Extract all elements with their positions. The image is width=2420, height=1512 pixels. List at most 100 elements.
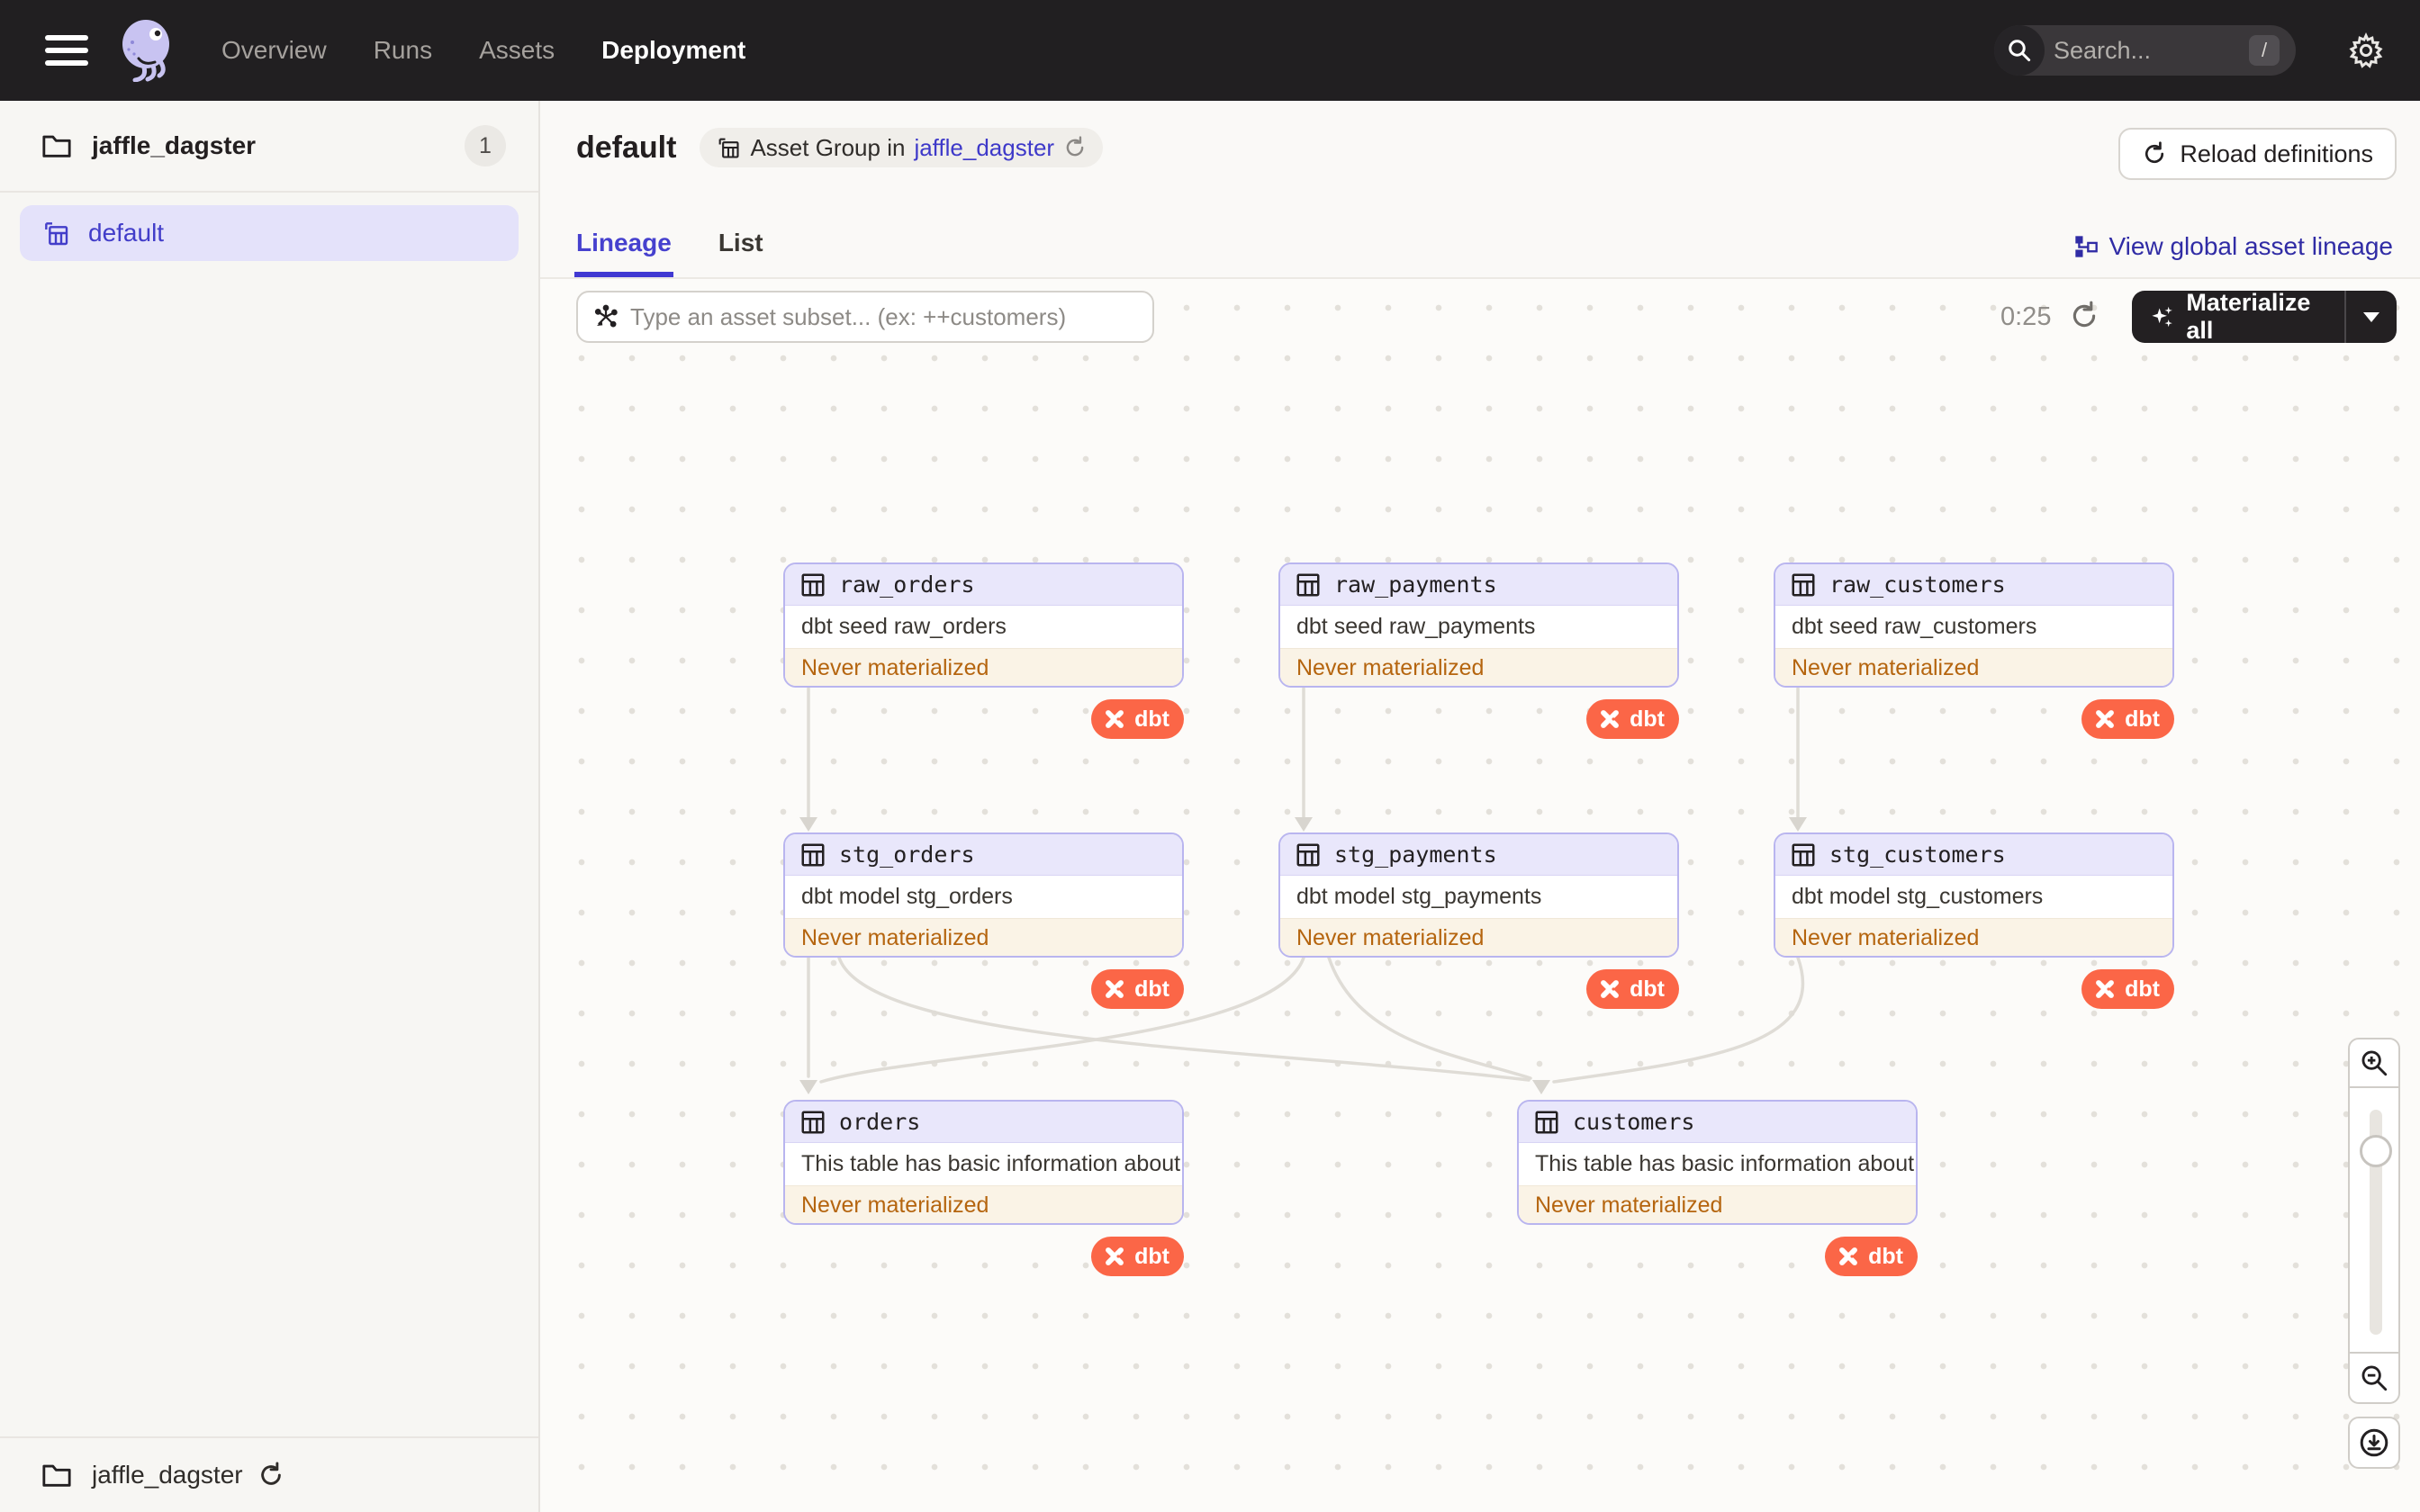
search-icon	[1994, 25, 2045, 76]
nav-runs[interactable]: Runs	[374, 36, 432, 65]
asset-subset-input[interactable]	[630, 302, 1116, 331]
asset-name: stg_payments	[1334, 842, 1497, 868]
page-header: default Asset Group in jaffle_dagster Re…	[540, 101, 2420, 279]
asset-card[interactable]: raw_orders dbt seed raw_orders Never mat…	[783, 562, 1184, 688]
sidebar-footer: jaffle_dagster	[0, 1436, 538, 1512]
settings-gear-icon[interactable]	[2346, 31, 2386, 70]
table-icon	[1535, 1111, 1558, 1133]
asset-name: stg_customers	[1829, 842, 2006, 868]
refresh-icon[interactable]	[1063, 136, 1087, 159]
table-icon	[1296, 573, 1320, 596]
tab-list[interactable]: List	[718, 229, 763, 277]
sidebar-item-default[interactable]: default	[20, 205, 519, 261]
asset-card[interactable]: stg_payments dbt model stg_payments Neve…	[1278, 832, 1679, 958]
view-global-asset-lineage-link[interactable]: View global asset lineage	[2073, 232, 2393, 261]
table-icon	[1296, 843, 1320, 866]
materialize-all-label: Materialize all	[2186, 289, 2311, 344]
asset-group-tag: Asset Group in jaffle_dagster	[700, 128, 1104, 167]
dbt-badge-label: dbt	[1630, 706, 1665, 732]
asset-name: customers	[1573, 1109, 1695, 1135]
download-graph-button[interactable]	[2348, 1417, 2400, 1469]
asset-card[interactable]: customers This table has basic informati…	[1517, 1100, 1918, 1225]
menu-icon[interactable]	[45, 35, 88, 66]
asset-status: Never materialized	[1280, 918, 1677, 956]
dbt-badge[interactable]: dbt	[1091, 699, 1184, 739]
asset-graph-filter-icon	[594, 304, 618, 328]
download-icon	[2360, 1428, 2388, 1457]
dbt-badge-label: dbt	[1868, 1243, 1903, 1269]
sidebar-repo-row[interactable]: jaffle_dagster 1	[0, 101, 538, 193]
asset-status: Never materialized	[1775, 918, 2172, 956]
zoom-in-icon	[2361, 1050, 2388, 1076]
dbt-badge-label: dbt	[1134, 1243, 1169, 1269]
dbt-logo-icon	[1106, 710, 1124, 728]
dbt-badge[interactable]: dbt	[2081, 969, 2174, 1009]
lineage-canvas[interactable]: 0:25 Materialize all raw_orders dbt seed…	[540, 279, 2420, 1512]
dbt-badge-label: dbt	[1630, 976, 1665, 1002]
nav-overview[interactable]: Overview	[221, 36, 327, 65]
asset-node-raw_customers: raw_customers dbt seed raw_customers Nev…	[1774, 562, 2174, 739]
asset-status: Never materialized	[1519, 1185, 1916, 1223]
dbt-logo-icon	[1106, 1247, 1124, 1265]
asset-status: Never materialized	[1280, 648, 1677, 686]
asset-status: Never materialized	[1775, 648, 2172, 686]
nav-assets[interactable]: Assets	[479, 36, 555, 65]
dbt-badge-label: dbt	[2125, 706, 2160, 732]
table-icon	[1792, 843, 1815, 866]
materialize-all-button[interactable]: Materialize all	[2132, 289, 2397, 344]
asset-name: raw_customers	[1829, 572, 2006, 598]
dbt-badge[interactable]: dbt	[1586, 969, 1679, 1009]
tag-repo-link[interactable]: jaffle_dagster	[914, 134, 1054, 162]
tab-lineage[interactable]: Lineage	[574, 229, 673, 277]
asset-subset-filter[interactable]	[576, 291, 1154, 343]
zoom-controls	[2348, 1038, 2400, 1469]
asset-node-stg_customers: stg_customers dbt model stg_customers Ne…	[1774, 832, 2174, 1009]
dbt-badge[interactable]: dbt	[2081, 699, 2174, 739]
asset-description: This table has basic information about .…	[801, 1151, 1182, 1176]
dbt-badge[interactable]: dbt	[1825, 1237, 1918, 1276]
asset-card[interactable]: raw_customers dbt seed raw_customers Nev…	[1774, 562, 2174, 688]
asset-card[interactable]: raw_payments dbt seed raw_payments Never…	[1278, 562, 1679, 688]
top-nav: Overview Runs Assets Deployment	[221, 36, 745, 65]
asset-node-stg_orders: stg_orders dbt model stg_orders Never ma…	[783, 832, 1184, 1009]
asset-card[interactable]: stg_orders dbt model stg_orders Never ma…	[783, 832, 1184, 958]
search-shortcut-badge: /	[2249, 35, 2280, 66]
dbt-badge[interactable]: dbt	[1091, 1237, 1184, 1276]
dbt-logo-icon	[1839, 1247, 1858, 1265]
dbt-badge-label: dbt	[1134, 976, 1169, 1002]
tag-prefix: Asset Group in	[750, 133, 906, 161]
refresh-icon[interactable]	[257, 1462, 284, 1489]
reload-definitions-button[interactable]: Reload definitions	[2118, 128, 2397, 180]
search-input[interactable]	[2054, 36, 2225, 65]
refresh-icon[interactable]	[2069, 301, 2099, 331]
nav-deployment[interactable]: Deployment	[601, 36, 745, 65]
asset-status: Never materialized	[785, 648, 1182, 686]
zoom-in-button[interactable]	[2348, 1038, 2400, 1088]
lineage-graph-icon	[2074, 236, 2098, 257]
asset-description: This table has basic information about .…	[1535, 1151, 1916, 1176]
zoom-slider-handle[interactable]	[2360, 1135, 2392, 1167]
dbt-logo-icon	[2096, 980, 2115, 998]
refresh-timer: 0:25	[2000, 302, 2052, 331]
zoom-slider[interactable]	[2348, 1088, 2400, 1354]
dbt-badge[interactable]: dbt	[1586, 699, 1679, 739]
view-tabs: Lineage List	[574, 229, 763, 277]
asset-description: dbt seed raw_payments	[1296, 614, 1536, 639]
top-bar: Overview Runs Assets Deployment /	[0, 0, 2420, 101]
dagster-logo-icon[interactable]	[117, 19, 176, 82]
sidebar-item-label: default	[88, 219, 165, 247]
asset-description: dbt seed raw_orders	[801, 614, 1007, 639]
search-box[interactable]: /	[1994, 25, 2296, 76]
table-icon	[1792, 573, 1815, 596]
dbt-badge-label: dbt	[1134, 706, 1169, 732]
asset-status: Never materialized	[785, 1185, 1182, 1223]
asset-card[interactable]: stg_customers dbt model stg_customers Ne…	[1774, 832, 2174, 958]
zoom-out-button[interactable]	[2348, 1354, 2400, 1404]
asset-card[interactable]: orders This table has basic information …	[783, 1100, 1184, 1225]
dbt-badge[interactable]: dbt	[1091, 969, 1184, 1009]
dbt-logo-icon	[1601, 710, 1620, 728]
reload-icon	[2145, 141, 2164, 164]
sidebar-count-badge: 1	[465, 125, 506, 166]
materialize-options-dropdown[interactable]	[2346, 311, 2397, 322]
table-icon	[801, 843, 825, 866]
